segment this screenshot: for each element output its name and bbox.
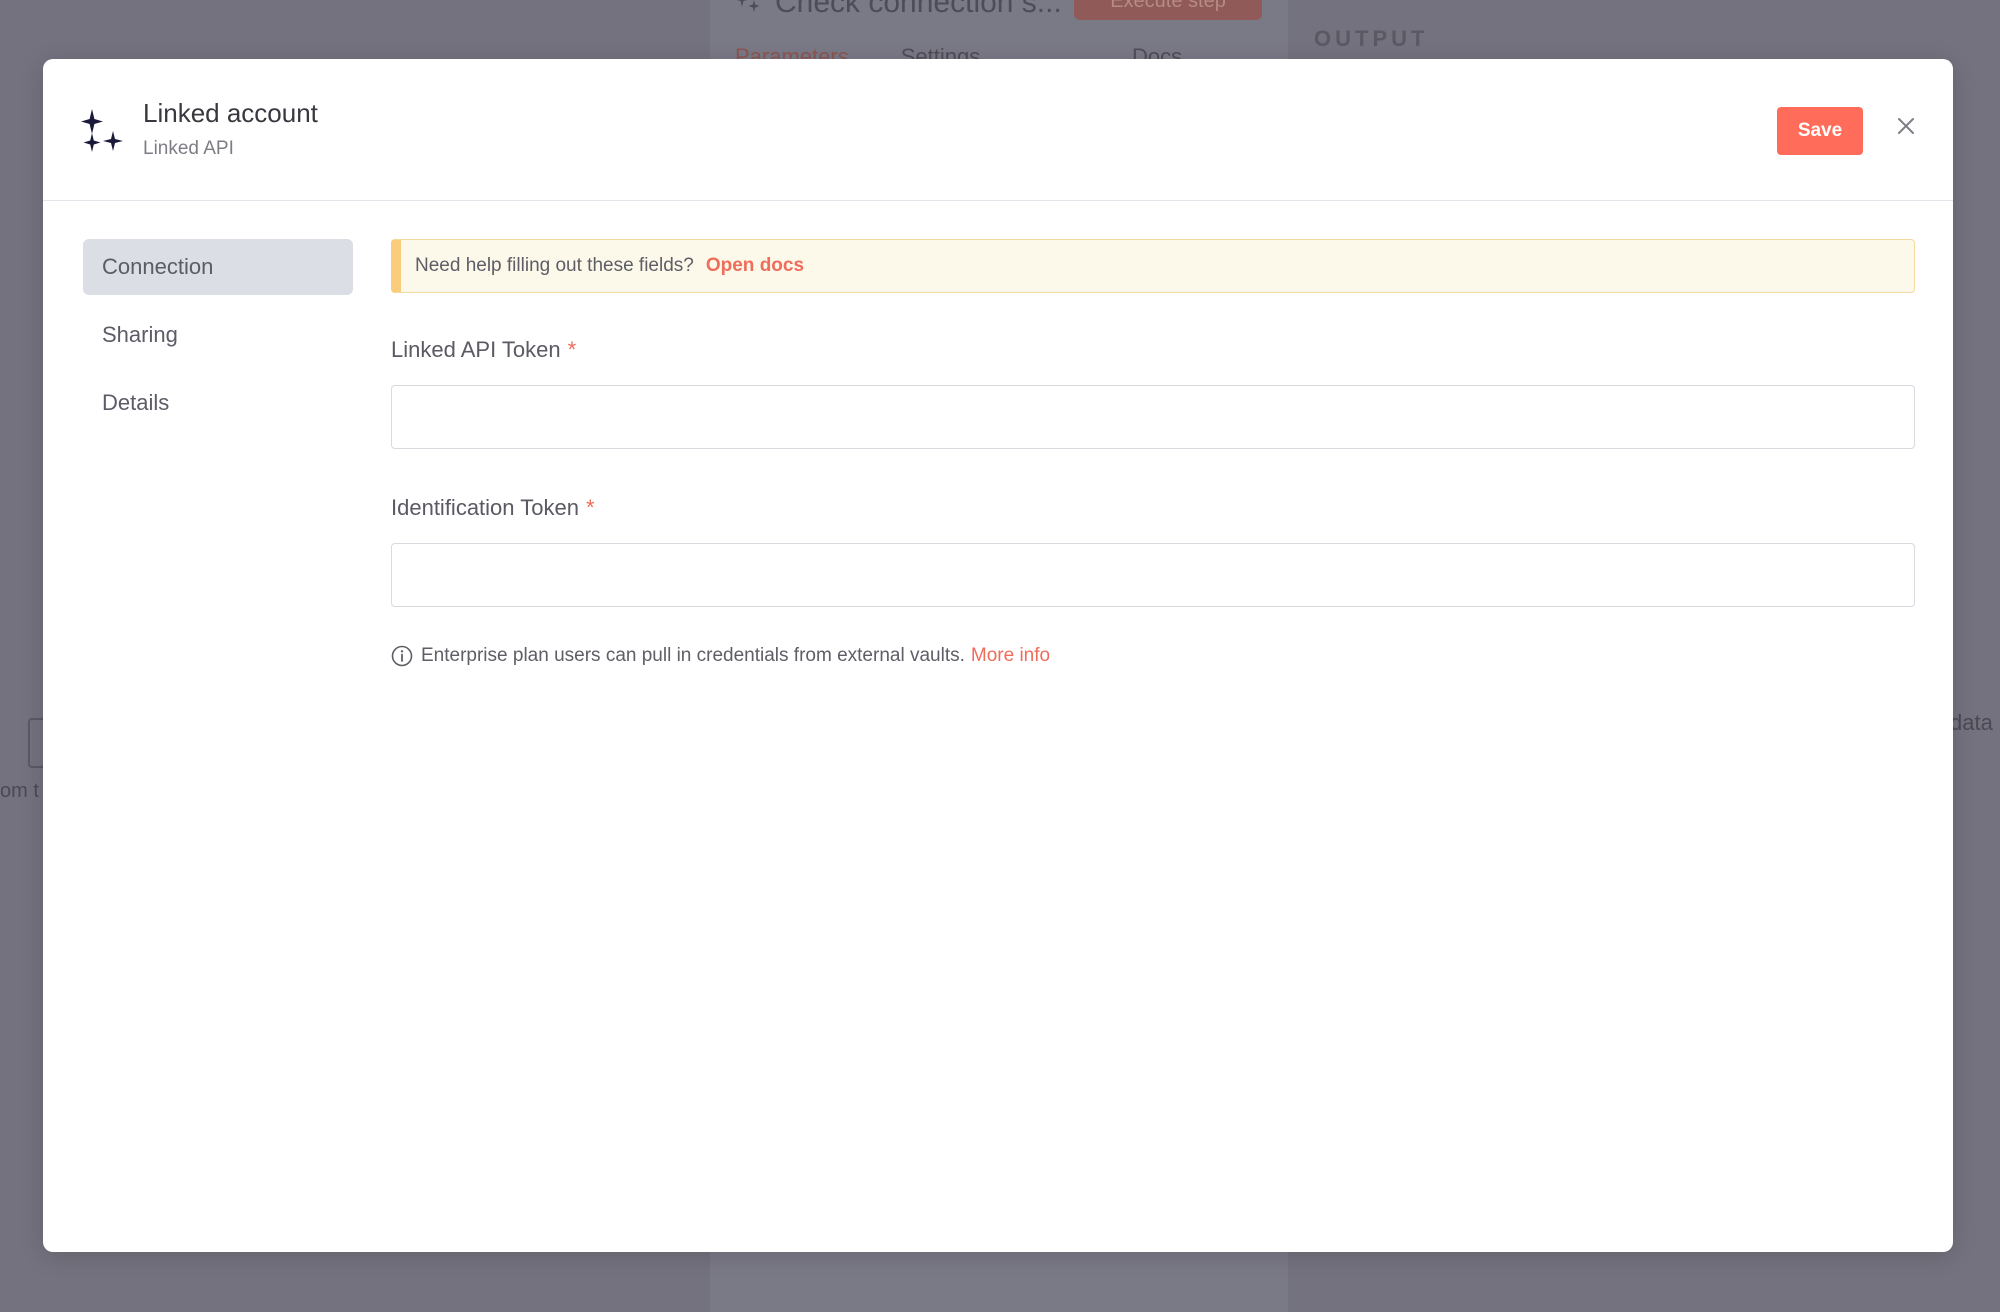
linked-api-token-input[interactable]	[391, 385, 1915, 449]
sidebar-item-details[interactable]: Details	[83, 375, 353, 431]
info-circle-icon	[391, 645, 413, 667]
linked-api-token-label: Linked API Token *	[391, 335, 1915, 365]
modal-title: Linked account	[143, 98, 318, 128]
required-marker: *	[585, 495, 595, 520]
background-panel-title: Check connection s...	[735, 0, 1062, 20]
sidebar-item-sharing[interactable]: Sharing	[83, 307, 353, 363]
background-right-text: data	[1950, 710, 1993, 735]
external-vaults-info-text: Enterprise plan users can pull in creden…	[421, 645, 965, 666]
modal-subtitle: Linked API	[143, 138, 234, 159]
modal-header: Linked account Linked API Save	[43, 59, 1953, 201]
identification-token-label: Identification Token *	[391, 493, 1915, 523]
background-panel-title-text: Check connection s...	[775, 0, 1062, 19]
identification-token-label-text: Identification Token	[391, 495, 579, 520]
background-left-text: om t	[0, 780, 39, 802]
sparkles-icon	[736, 0, 760, 12]
close-icon	[1898, 118, 1914, 134]
background-execute-button: Execute step	[1074, 0, 1262, 20]
background-output-label: OUTPUT	[1314, 26, 1429, 51]
save-button[interactable]: Save	[1777, 107, 1863, 155]
help-banner-text: Need help filling out these fields?	[415, 255, 694, 276]
open-docs-link[interactable]: Open docs	[706, 255, 804, 277]
sidebar-item-connection[interactable]: Connection	[83, 239, 353, 295]
connection-form: Need help filling out these fields? Open…	[391, 239, 1915, 667]
linked-api-token-label-text: Linked API Token	[391, 337, 561, 362]
credential-modal: Linked account Linked API Save Connectio…	[43, 59, 1953, 1252]
identification-token-input[interactable]	[391, 543, 1915, 607]
more-info-link[interactable]: More info	[971, 645, 1050, 667]
close-button[interactable]	[1888, 108, 1924, 144]
required-marker: *	[567, 337, 577, 362]
sparkles-icon	[81, 109, 123, 152]
help-banner: Need help filling out these fields? Open…	[391, 239, 1915, 293]
modal-sidebar: Connection Sharing Details	[83, 239, 353, 443]
external-vaults-info: Enterprise plan users can pull in creden…	[391, 645, 1915, 667]
